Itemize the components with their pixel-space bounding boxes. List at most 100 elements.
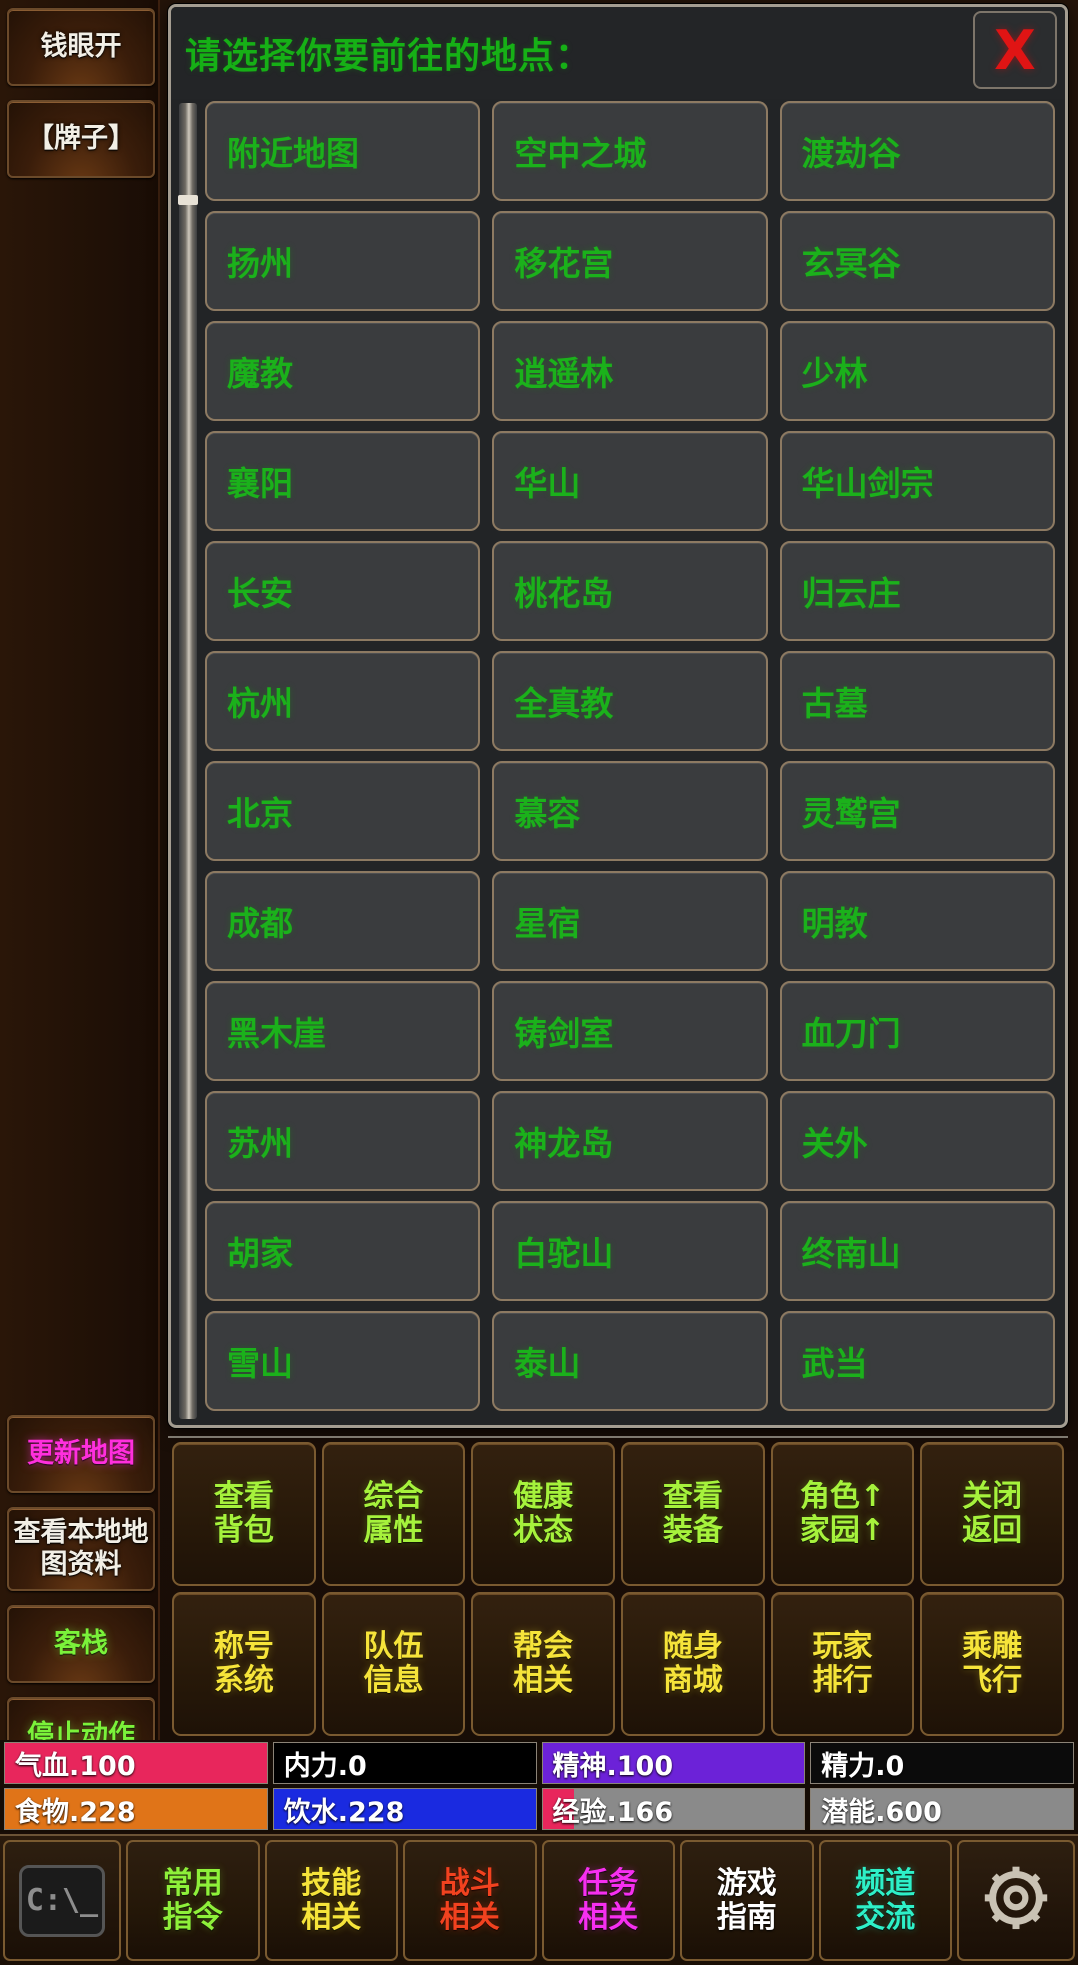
action-button[interactable]: 随身 商城	[621, 1592, 765, 1736]
action-button[interactable]: 健康 状态	[471, 1442, 615, 1586]
action-label-line2: 飞行	[962, 1663, 1023, 1698]
location-button[interactable]: 苏州	[205, 1091, 481, 1191]
action-button[interactable]: 关闭 返回	[920, 1442, 1064, 1586]
status-bar: 经验.166	[541, 1788, 806, 1830]
location-button[interactable]: 星宿	[492, 871, 768, 971]
sidebar-button[interactable]: 更新地图	[7, 1415, 155, 1494]
action-row-secondary: 称号 系统 队伍 信息 帮会 相关 随身 商城 玩家 排行 乘雕 飞行	[172, 1592, 1064, 1736]
action-label-line2: 状态	[513, 1513, 574, 1548]
location-button[interactable]: 渡劫谷	[779, 101, 1055, 201]
toolbar-button[interactable]: 常用 指令	[126, 1840, 260, 1961]
action-button[interactable]: 称号 系统	[172, 1592, 316, 1736]
location-button[interactable]: 逍遥林	[492, 321, 768, 421]
action-label-line2: 属性	[363, 1513, 424, 1548]
toolbar-label-line1: 游戏	[716, 1865, 777, 1901]
sidebar-button[interactable]: 【牌子】	[7, 100, 155, 178]
toolbar-button[interactable]: 技能 相关	[264, 1840, 398, 1961]
location-button[interactable]: 附近地图	[205, 101, 481, 201]
location-button[interactable]: 慕容	[492, 761, 768, 861]
location-button[interactable]: 桃花岛	[492, 541, 768, 641]
status-bar-label: 饮水.228	[283, 1796, 405, 1828]
toolbar-button[interactable]: 任务 相关	[541, 1840, 675, 1961]
location-button[interactable]: 玄冥谷	[779, 211, 1055, 311]
toolbar-label-line1: 战斗	[439, 1865, 500, 1901]
location-button[interactable]: 明教	[779, 871, 1055, 971]
dialog-header: 请选择你要前往的地点： X	[171, 7, 1065, 99]
action-label-line2: 背包	[213, 1513, 274, 1548]
sidebar-button[interactable]: 客栈	[7, 1605, 155, 1683]
location-button[interactable]: 全真教	[492, 651, 768, 751]
action-label-line1: 称号	[213, 1628, 274, 1664]
action-button[interactable]: 帮会 相关	[471, 1592, 615, 1736]
location-button[interactable]: 血刀门	[779, 981, 1055, 1081]
location-button[interactable]: 成都	[205, 871, 481, 971]
location-button[interactable]: 华山	[492, 431, 768, 531]
action-label-line2: 商城	[662, 1663, 723, 1698]
location-button[interactable]: 杭州	[205, 651, 481, 751]
location-button[interactable]: 神龙岛	[492, 1091, 768, 1191]
location-button[interactable]: 华山剑宗	[779, 431, 1055, 531]
location-button[interactable]: 少林	[779, 321, 1055, 421]
action-label-line1: 角色↑	[799, 1478, 886, 1514]
action-button[interactable]: 查看 背包	[172, 1442, 316, 1586]
location-button[interactable]: 关外	[779, 1091, 1055, 1191]
action-label-line1: 健康	[513, 1478, 574, 1514]
toolbar-button[interactable]: 频道 交流	[818, 1840, 952, 1961]
toolbar-label-line2: 交流	[855, 1899, 916, 1935]
status-bar-label: 精力.0	[821, 1750, 905, 1782]
action-button[interactable]: 玩家 排行	[770, 1592, 915, 1736]
action-button[interactable]: 乘雕 飞行	[920, 1592, 1064, 1736]
location-list-scrollbar[interactable]	[178, 103, 198, 1419]
toolbar-button[interactable]: 游戏 指南	[680, 1840, 814, 1961]
action-label-line2: 系统	[213, 1663, 274, 1698]
action-label-line2: 装备	[662, 1513, 723, 1548]
dialog-title: 请选择你要前往的地点：	[185, 36, 593, 77]
location-button[interactable]: 归云庄	[779, 541, 1055, 641]
location-button[interactable]: 黑木崖	[205, 981, 481, 1081]
toolbar-button[interactable]: 战斗 相关	[403, 1840, 537, 1961]
dialog-body: 附近地图 空中之城 渡劫谷扬州 移花宫 玄冥谷魔教 逍遥林 少林襄阳 华山 华山剑宗长安 桃花岛归…	[171, 99, 1065, 1425]
status-bar-label: 经验.166	[552, 1796, 674, 1828]
location-button[interactable]: 终南山	[779, 1201, 1055, 1301]
action-button[interactable]: 队伍 信息	[321, 1592, 466, 1736]
action-label-line1: 队伍	[363, 1628, 424, 1664]
scrollbar-thumb[interactable]	[178, 195, 198, 205]
game-stage: 钱眼开 【牌子】 更新地图 查看本地地图资料 客栈 停止动作 请选择你要前往的地点： X…	[0, 0, 1078, 1965]
location-button[interactable]: 空中之城	[492, 101, 768, 201]
action-button[interactable]: 综合 属性	[321, 1442, 466, 1586]
status-bar: 饮水.228	[272, 1788, 537, 1830]
action-label-line2: 排行	[812, 1663, 873, 1698]
console-button[interactable]: C:\_	[3, 1840, 121, 1961]
location-button[interactable]: 北京	[205, 761, 481, 861]
location-button[interactable]: 移花宫	[492, 211, 768, 311]
toolbar-label-line2: 相关	[578, 1899, 639, 1935]
status-bar: 食物.228	[4, 1788, 268, 1830]
toolbar-label-line1: 任务	[578, 1865, 639, 1901]
location-button[interactable]: 胡家	[205, 1201, 481, 1301]
action-label-line1: 乘雕	[962, 1628, 1023, 1664]
action-button[interactable]: 角色↑ 家园↑	[770, 1442, 915, 1586]
status-bar-label: 气血.100	[15, 1750, 136, 1782]
location-button[interactable]: 雪山	[205, 1311, 481, 1411]
location-button[interactable]: 魔教	[205, 321, 481, 421]
location-button[interactable]: 襄阳	[205, 431, 481, 531]
settings-button[interactable]	[957, 1840, 1075, 1961]
toolbar-label-line1: 常用	[162, 1865, 223, 1901]
location-button[interactable]: 白驼山	[492, 1201, 768, 1301]
location-button[interactable]: 武当	[779, 1311, 1055, 1411]
toolbar-label-line2: 相关	[439, 1899, 500, 1935]
sidebar-button[interactable]: 钱眼开	[7, 8, 155, 86]
location-button[interactable]: 泰山	[492, 1311, 768, 1411]
location-grid: 附近地图 空中之城 渡劫谷扬州 移花宫 玄冥谷魔教 逍遥林 少林襄阳 华山 华山剑宗长安 桃花岛归…	[205, 101, 1059, 1425]
location-button[interactable]: 扬州	[205, 211, 481, 311]
close-icon[interactable]: X	[973, 11, 1057, 89]
location-button[interactable]: 长安	[205, 541, 481, 641]
sidebar-button[interactable]: 查看本地地图资料	[7, 1507, 155, 1591]
status-bar: 气血.100	[4, 1742, 268, 1784]
action-label-line1: 随身	[662, 1628, 723, 1664]
location-button[interactable]: 铸剑室	[492, 981, 768, 1081]
sidebar-bottom-group: 更新地图 查看本地地图资料 客栈 停止动作	[5, 1415, 155, 1789]
location-button[interactable]: 古墓	[779, 651, 1055, 751]
location-button[interactable]: 灵鹫宫	[779, 761, 1055, 861]
action-button[interactable]: 查看 装备	[621, 1442, 765, 1586]
